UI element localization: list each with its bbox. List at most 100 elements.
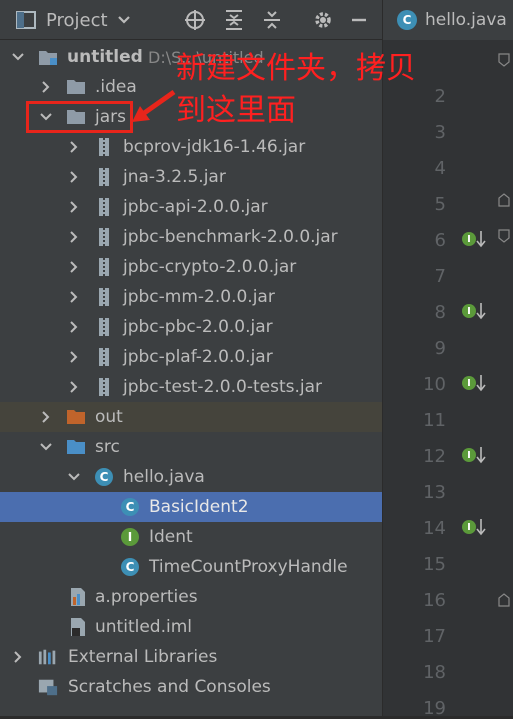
tree-item-label: hello.java: [123, 467, 205, 487]
tree-item-label: BasicIdent2: [149, 497, 249, 517]
tree-item-label: jpbc-pbc-2.0.0.jar: [123, 317, 273, 337]
tree-item-jar[interactable]: jpbc-benchmark-2.0.0.jar: [0, 222, 382, 252]
class-icon: C: [120, 497, 140, 517]
highlight-box: [26, 101, 133, 133]
tree-item-label: untitled.iml: [95, 617, 192, 637]
java-file-icon: C: [94, 467, 114, 487]
tree-item-a-properties[interactable]: a.properties: [0, 582, 382, 612]
line-number: 13: [423, 482, 446, 503]
chevron-right-icon[interactable]: [66, 319, 82, 335]
locate-icon[interactable]: [184, 0, 206, 40]
project-view-selector[interactable]: Project: [46, 0, 108, 40]
module-file-icon: [68, 617, 88, 637]
jar-icon: [94, 257, 114, 277]
tree-item-hello-java[interactable]: C hello.java: [0, 462, 382, 492]
project-window-icon: [16, 0, 36, 40]
tree-item-scratches[interactable]: Scratches and Consoles: [0, 672, 382, 702]
jar-icon: [94, 377, 114, 397]
chevron-right-icon[interactable]: [66, 349, 82, 365]
folder-icon: [66, 77, 86, 97]
expand-all-icon[interactable]: [224, 0, 244, 40]
tree-item-timecountproxyhandle[interactable]: C TimeCountProxyHandle: [0, 552, 382, 582]
fold-icon[interactable]: [498, 192, 510, 211]
annotation-text-line2: 到这里面: [176, 93, 296, 128]
minimize-icon[interactable]: [350, 0, 368, 40]
class-icon: C: [120, 557, 140, 577]
tree-item-label: jpbc-mm-2.0.0.jar: [123, 287, 275, 307]
line-number: 7: [434, 266, 446, 287]
chevron-right-icon[interactable]: [66, 169, 82, 185]
line-number: 8: [434, 302, 446, 323]
tree-item-label: jna-3.2.5.jar: [123, 167, 226, 187]
tree-item-jar[interactable]: jpbc-api-2.0.0.jar: [0, 192, 382, 222]
chevron-right-icon[interactable]: [66, 199, 82, 215]
tree-item-label: Scratches and Consoles: [68, 677, 271, 697]
tree-item-jar[interactable]: bcprov-jdk16-1.46.jar: [0, 132, 382, 162]
line-number: 5: [434, 194, 446, 215]
tree-item-jar[interactable]: jpbc-test-2.0.0-tests.jar: [0, 372, 382, 402]
tree-item-label: jpbc-plaf-2.0.0.jar: [123, 347, 273, 367]
implementing-method-icon[interactable]: I: [462, 445, 486, 465]
tree-item-basicident2[interactable]: C BasicIdent2: [0, 492, 382, 522]
implementing-method-icon[interactable]: I: [462, 229, 486, 249]
library-icon: [38, 647, 58, 667]
chevron-right-icon[interactable]: [66, 139, 82, 155]
line-number: 14: [423, 518, 446, 539]
tree-item-label: jpbc-api-2.0.0.jar: [123, 197, 268, 217]
line-number: 16: [423, 590, 446, 611]
tree-item-label: a.properties: [95, 587, 198, 607]
tree-item-label: bcprov-jdk16-1.46.jar: [123, 137, 306, 157]
chevron-right-icon[interactable]: [10, 649, 26, 665]
tree-item-label: jpbc-benchmark-2.0.0.jar: [123, 227, 338, 247]
fold-icon[interactable]: [498, 592, 510, 611]
collapse-all-icon[interactable]: [262, 0, 282, 40]
tree-item-jar[interactable]: jpbc-pbc-2.0.0.jar: [0, 312, 382, 342]
tree-item-untitled-iml[interactable]: untitled.iml: [0, 612, 382, 642]
implementing-method-icon[interactable]: I: [462, 373, 486, 393]
jar-icon: [94, 347, 114, 367]
line-number: 3: [434, 122, 446, 143]
tree-item-label: TimeCountProxyHandle: [149, 557, 348, 577]
jar-icon: [94, 227, 114, 247]
chevron-down-icon[interactable]: [66, 469, 82, 485]
jar-icon: [94, 137, 114, 157]
tree-item-jar[interactable]: jpbc-crypto-2.0.0.jar: [0, 252, 382, 282]
tree-item-out[interactable]: out: [0, 402, 382, 432]
gear-icon[interactable]: [312, 0, 334, 40]
line-number: 4: [434, 158, 446, 179]
tree-item-label: out: [95, 407, 123, 427]
tree-item-label: untitled: [67, 47, 143, 67]
chevron-down-icon[interactable]: [10, 49, 26, 65]
implementing-method-icon[interactable]: I: [462, 517, 486, 537]
implementing-method-icon[interactable]: I: [462, 301, 486, 321]
chevron-right-icon[interactable]: [66, 229, 82, 245]
line-number: 12: [423, 446, 446, 467]
properties-file-icon: [68, 587, 88, 607]
tree-item-label: Ident: [149, 527, 193, 547]
jar-icon: [94, 197, 114, 217]
fold-icon[interactable]: [498, 52, 510, 71]
chevron-right-icon[interactable]: [38, 79, 54, 95]
chevron-right-icon[interactable]: [66, 259, 82, 275]
chevron-right-icon[interactable]: [66, 289, 82, 305]
chevron-right-icon[interactable]: [38, 409, 54, 425]
tree-item-jar[interactable]: jna-3.2.5.jar: [0, 162, 382, 192]
tree-item-jar[interactable]: jpbc-mm-2.0.0.jar: [0, 282, 382, 312]
fold-icon[interactable]: [498, 228, 510, 247]
jar-icon: [94, 317, 114, 337]
module-folder-icon: [38, 47, 58, 67]
chevron-right-icon[interactable]: [66, 379, 82, 395]
chevron-down-icon[interactable]: [117, 0, 131, 40]
source-folder-icon: [66, 437, 86, 457]
excluded-folder-icon: [66, 407, 86, 427]
chevron-down-icon[interactable]: [38, 439, 54, 455]
tree-item-external-libraries[interactable]: External Libraries: [0, 642, 382, 672]
editor-tab-hello-java[interactable]: hello.java: [425, 10, 507, 30]
tree-item-jar[interactable]: jpbc-plaf-2.0.0.jar: [0, 342, 382, 372]
line-number: 11: [423, 410, 446, 431]
tree-item-label: External Libraries: [68, 647, 218, 667]
line-number: 15: [423, 554, 446, 575]
editor-tab-bar: C hello.java: [382, 0, 513, 40]
tree-item-ident[interactable]: I Ident: [0, 522, 382, 552]
tree-item-src[interactable]: src: [0, 432, 382, 462]
